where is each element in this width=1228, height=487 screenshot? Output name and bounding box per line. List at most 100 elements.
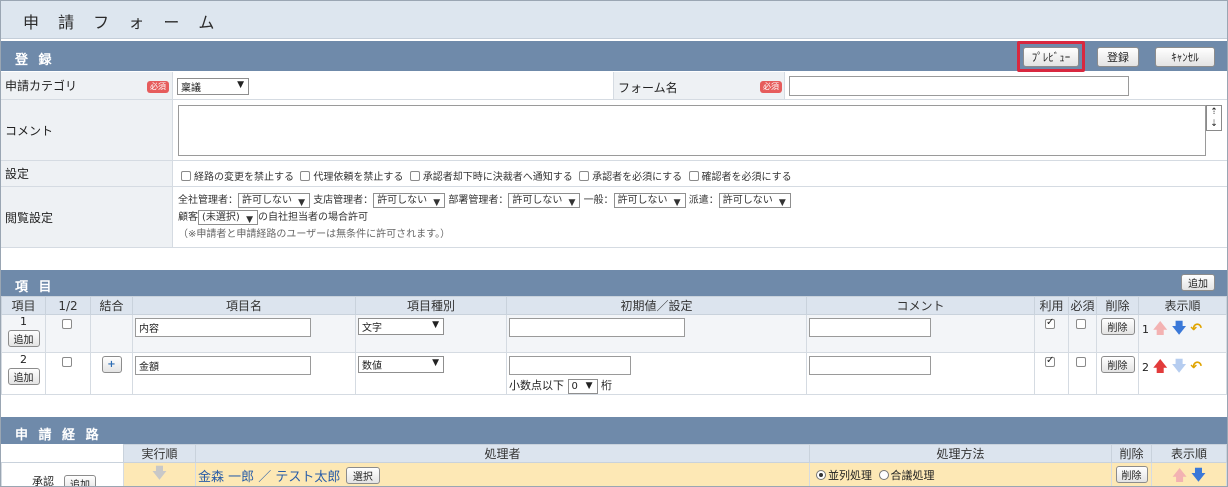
- chevron-down-icon: ▼: [432, 320, 439, 330]
- page-title-bar: 申 請 フ ォ ー ム: [1, 1, 1227, 39]
- comment-row: コメント ⇡ ⇣: [1, 100, 1227, 161]
- textarea-resize-buttons[interactable]: ⇡ ⇣: [1206, 105, 1222, 131]
- chevron-down-icon: ▼: [778, 197, 786, 208]
- checkbox[interactable]: [688, 171, 699, 181]
- arrow-up-icon[interactable]: 🡅: [1153, 357, 1168, 375]
- arrow-down-icon[interactable]: ⇣: [1207, 118, 1221, 130]
- settings-row: 設定 経路の変更を禁止する 代理依頼を禁止する 承認者却下時に決裁者へ通知する …: [1, 161, 1227, 187]
- route-row: 承認 追加 🡇 金森 一郎 ／ テスト太郎 選択 並列処理 合議処理 削除 🡅 …: [1, 462, 1227, 487]
- permission-select[interactable]: 許可しない ▼: [508, 192, 581, 208]
- default-value-input[interactable]: [509, 318, 685, 337]
- item-name-input[interactable]: 金額: [135, 356, 311, 375]
- select-processor-button[interactable]: 選択: [345, 467, 380, 484]
- settings-label: 設定: [1, 161, 173, 186]
- view-note: （※申請者と申請経路のユーザーは無条件に許可されます。）: [178, 229, 451, 240]
- half-checkbox[interactable]: [61, 357, 72, 367]
- parallel-radio[interactable]: [816, 470, 826, 480]
- route-table: 実行順 処理者 処理方法 削除 表示順 承認 追加 🡇 金森 一郎 ／ テスト太…: [1, 444, 1227, 487]
- settings-option[interactable]: 承認者却下時に決裁者へ通知する: [409, 171, 573, 183]
- chevron-down-icon: ▼: [237, 80, 244, 90]
- route-step-label: 承認: [32, 475, 54, 487]
- category-row: 申請カテゴリ 必須 稟議 ▼ フォーム名 必須: [1, 72, 1227, 100]
- form-name-input[interactable]: [789, 76, 1129, 96]
- consult-radio[interactable]: [878, 470, 889, 480]
- item-type-select[interactable]: 文字 ▼: [358, 318, 444, 335]
- join-button[interactable]: +: [101, 356, 122, 373]
- arrow-down-icon: 🡇: [1171, 357, 1187, 375]
- arrow-down-disabled-icon: 🡇: [151, 464, 168, 482]
- settings-option[interactable]: 経路の変更を禁止する: [181, 171, 294, 183]
- settings-options: 経路の変更を禁止する 代理依頼を禁止する 承認者却下時に決裁者へ通知する 承認者…: [181, 168, 792, 183]
- comment-input[interactable]: [809, 356, 931, 375]
- chevron-down-icon: ▼: [298, 197, 305, 208]
- chevron-down-icon: ▼: [433, 197, 441, 208]
- checkbox[interactable]: [300, 171, 311, 181]
- order-number: 1: [1142, 323, 1149, 336]
- chevron-down-icon: ▼: [568, 197, 576, 208]
- arrow-up-icon: 🡅: [1152, 319, 1168, 337]
- processor-name[interactable]: 金森 一郎 ／ テスト太郎: [198, 470, 340, 485]
- category-select[interactable]: 稟議 ▼: [177, 78, 249, 95]
- permission-select[interactable]: 許可しない ▼: [238, 192, 310, 208]
- register-button[interactable]: 登録: [1097, 47, 1139, 67]
- required-checkbox[interactable]: [1076, 357, 1086, 367]
- undo-icon[interactable]: ↶: [1190, 359, 1202, 375]
- view-settings-row: 閲覧設定 全社管理者： 許可しない ▼ 支店管理者： 許可しない ▼ 部署管理者： 許可し…: [1, 187, 1227, 248]
- arrow-down-icon[interactable]: 🡇: [1171, 319, 1186, 337]
- application-form-page: 申 請 フ ォ ー ム 登 録 ﾌﾟﾚﾋﾞｭｰ 登録 ｷｬﾝｾﾙ 申請カテゴリ …: [0, 0, 1228, 487]
- items-table: 項目 1/2 結合 項目名 項目種別 初期値／設定 コメント 利用 必須 削除 …: [1, 296, 1227, 395]
- route-delete-button[interactable]: 削除: [1115, 466, 1148, 483]
- arrow-up-icon[interactable]: ⇡: [1207, 106, 1221, 118]
- item-name-input[interactable]: 内容: [135, 318, 311, 337]
- arrow-up-icon: 🡅: [1171, 466, 1188, 484]
- use-checkbox[interactable]: [1045, 355, 1055, 367]
- order-number: 2: [1142, 361, 1149, 374]
- item-type-select[interactable]: 数値 ▼: [358, 356, 444, 373]
- route-table-header: 実行順 処理者 処理方法 削除 表示順: [1, 444, 1227, 463]
- comment-input[interactable]: [809, 318, 931, 337]
- required-badge: 必須: [760, 81, 782, 93]
- comment-textarea[interactable]: [178, 105, 1206, 156]
- checkbox[interactable]: [181, 171, 191, 181]
- decimal-setting: 小数点以下 0 ▼ 桁: [509, 378, 612, 394]
- permission-select[interactable]: 許可しない ▼: [373, 192, 446, 208]
- half-checkbox[interactable]: [61, 319, 72, 329]
- settings-option[interactable]: 代理依頼を禁止する: [300, 171, 403, 183]
- required-checkbox[interactable]: [1076, 319, 1086, 329]
- arrow-down-icon[interactable]: 🡇: [1191, 466, 1206, 484]
- delete-button[interactable]: 削除: [1100, 356, 1135, 373]
- default-value-input[interactable]: [509, 356, 631, 375]
- row-add-button[interactable]: 追加: [7, 368, 40, 385]
- delete-button[interactable]: 削除: [1100, 318, 1135, 335]
- preview-highlight-box: [1017, 41, 1085, 72]
- comment-label: コメント: [1, 100, 173, 160]
- chevron-down-icon: ▼: [673, 197, 681, 208]
- registration-header-label: 登 録: [15, 53, 55, 68]
- table-row: 2 追加 + 金額 数値▼ 小数点以下 0▼ 桁 削除 2 🡅: [1, 352, 1227, 395]
- permission-select[interactable]: 許可しない ▼: [718, 192, 791, 208]
- chevron-down-icon: ▼: [585, 380, 593, 391]
- items-table-header: 項目 1/2 結合 項目名 項目種別 初期値／設定 コメント 利用 必須 削除 …: [1, 296, 1227, 315]
- chevron-down-icon: ▼: [432, 358, 439, 368]
- checkbox[interactable]: [409, 171, 420, 181]
- required-badge: 必須: [147, 81, 169, 93]
- checkbox[interactable]: [579, 171, 590, 181]
- settings-option[interactable]: 承認者を必須にする: [579, 171, 682, 183]
- cancel-button[interactable]: ｷｬﾝｾﾙ: [1155, 47, 1215, 67]
- undo-icon[interactable]: ↶: [1190, 321, 1202, 337]
- page-title: 申 請 フ ォ ー ム: [23, 13, 222, 32]
- items-add-button[interactable]: 追加: [1181, 274, 1215, 291]
- view-permissions: 全社管理者： 許可しない ▼ 支店管理者： 許可しない ▼ 部署管理者： 許可しない ▼ 一…: [178, 192, 791, 243]
- route-header-label: 申 請 経 路: [15, 428, 102, 443]
- settings-option[interactable]: 確認者を必須にする: [688, 171, 792, 183]
- route-header: 申 請 経 路: [1, 417, 1227, 444]
- chevron-down-icon: ▼: [246, 214, 253, 225]
- use-checkbox[interactable]: [1045, 317, 1055, 329]
- decimal-select[interactable]: 0 ▼: [567, 378, 598, 394]
- route-add-button[interactable]: 追加: [64, 475, 96, 486]
- row-add-button[interactable]: 追加: [7, 330, 40, 347]
- items-header-label: 項 目: [15, 280, 55, 295]
- permission-select[interactable]: 許可しない ▼: [613, 192, 686, 208]
- table-row: 1 追加 内容 文字▼ 削除 1 🡅 🡇 ↶: [1, 314, 1227, 353]
- customer-select[interactable]: (未選択) ▼: [198, 209, 258, 225]
